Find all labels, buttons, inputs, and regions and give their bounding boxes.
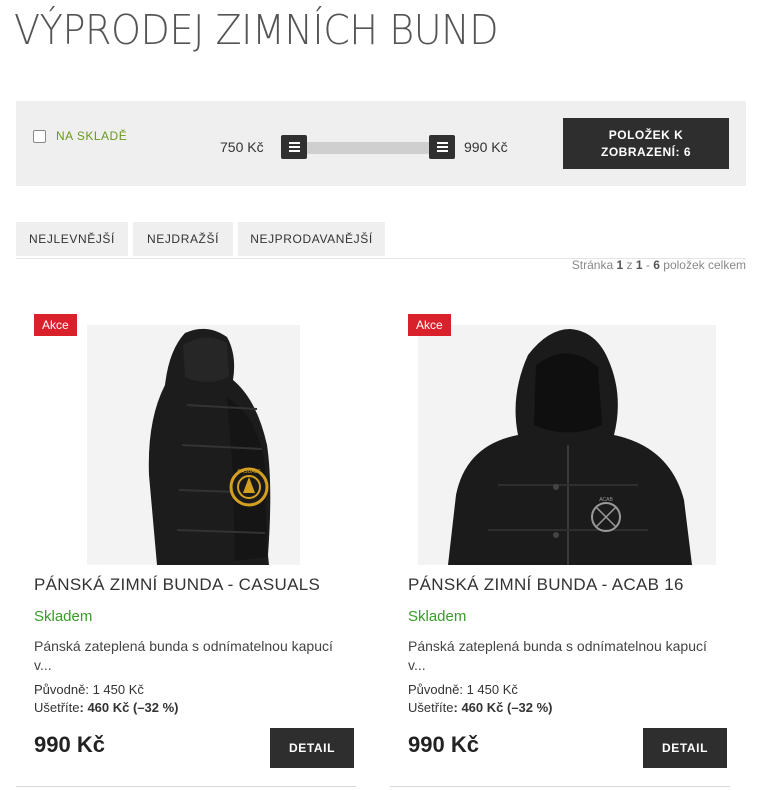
paging-prefix: Stránka <box>571 258 614 272</box>
in-stock-filter[interactable]: NA SKLADĚ <box>33 129 127 143</box>
sort-tabs: NEJLEVNĚJŠÍ NEJDRAŽŠÍ NEJPRODAVANĚJŠÍ <box>16 222 746 259</box>
grip-line <box>288 150 300 152</box>
product-image[interactable]: CASUALS <box>87 325 300 565</box>
product-card: ACAB Akce PÁNSKÁ ZIMNÍ BUNDA - ACAB 16 S… <box>390 300 730 790</box>
divider <box>390 786 730 787</box>
grip-line <box>288 142 300 144</box>
filter-bar: NA SKLADĚ 750 Kč 990 Kč POLOŽEK K ZOBRAZ… <box>16 101 746 186</box>
jacket-front-photo: ACAB <box>418 325 716 565</box>
original-price-label: Původně: <box>408 682 463 697</box>
paging-suffix: položek celkem <box>663 258 746 272</box>
page-title: VÝPRODEJ ZIMNÍCH BUND <box>14 6 499 54</box>
in-stock-checkbox[interactable] <box>33 129 46 143</box>
divider <box>16 786 356 787</box>
price-min-label: 750 Kč <box>220 139 264 155</box>
sale-badge: Akce <box>34 314 77 336</box>
detail-button[interactable]: DETAIL <box>270 728 354 768</box>
product-card: CASUALS Akce PÁNSKÁ ZIMNÍ BUNDA - CASUAL… <box>16 300 356 790</box>
price-slider-min-handle[interactable] <box>281 135 307 159</box>
product-description: Pánská zateplená bunda s odnímatelnou ka… <box>408 638 707 673</box>
paging-info: Stránka 1 z 1 - 6 položek celkem <box>572 258 746 272</box>
savings-label: Ušetříte <box>408 700 454 715</box>
price-max-label: 990 Kč <box>464 139 508 155</box>
original-price-label: Původně: <box>34 682 89 697</box>
grip-line <box>436 142 448 144</box>
show-items-button-line1: POLOŽEK K <box>608 127 684 142</box>
show-items-button-line2: ZOBRAZENÍ: 6 <box>601 144 691 159</box>
product-price: 990 Kč <box>408 732 479 757</box>
paging-of: z <box>626 258 633 272</box>
original-price: Původně: 1 450 Kč <box>34 682 144 697</box>
price-slider-max-handle[interactable] <box>429 135 455 159</box>
paging-total-pages: 1 <box>635 258 643 272</box>
availability-status: Skladem <box>34 608 93 625</box>
detail-button[interactable]: DETAIL <box>643 728 727 768</box>
show-items-button[interactable]: POLOŽEK K ZOBRAZENÍ: 6 <box>563 118 729 169</box>
grip-line <box>436 146 448 148</box>
paging-count: 6 <box>653 258 660 272</box>
sale-badge: Akce <box>408 314 451 336</box>
in-stock-label[interactable]: NA SKLADĚ <box>56 129 127 143</box>
svg-text:ACAB: ACAB <box>599 497 613 503</box>
grip-line <box>288 146 300 148</box>
savings-value: : 460 Kč (–32 %) <box>79 700 179 715</box>
product-image[interactable]: ACAB <box>418 325 716 565</box>
paging-dash: - <box>645 258 650 272</box>
savings: Ušetříte: 460 Kč (–32 %) <box>408 700 553 715</box>
sort-tab-cheapest[interactable]: NEJLEVNĚJŠÍ <box>16 222 128 256</box>
original-price: Původně: 1 450 Kč <box>408 682 518 697</box>
price-slider-track[interactable] <box>294 142 444 154</box>
paging-current: 1 <box>616 258 624 272</box>
sort-tab-best-selling[interactable]: NEJPRODAVANĚJŠÍ <box>238 222 385 256</box>
availability-status: Skladem <box>408 608 467 625</box>
jacket-side-photo: CASUALS <box>87 325 300 565</box>
savings-value: : 460 Kč (–32 %) <box>453 700 553 715</box>
savings-label: Ušetříte <box>34 700 80 715</box>
grip-line <box>436 150 448 152</box>
savings: Ušetříte: 460 Kč (–32 %) <box>34 700 179 715</box>
product-price: 990 Kč <box>34 732 105 757</box>
original-price-value: 1 450 Kč <box>466 682 518 697</box>
product-description: Pánská zateplená bunda s odnímatelnou ka… <box>34 638 333 673</box>
original-price-value: 1 450 Kč <box>92 682 144 697</box>
sort-tab-most-expensive[interactable]: NEJDRAŽŠÍ <box>133 222 233 256</box>
product-name[interactable]: PÁNSKÁ ZIMNÍ BUNDA - ACAB 16 <box>408 575 684 595</box>
svg-text:CASUALS: CASUALS <box>237 469 261 475</box>
product-name[interactable]: PÁNSKÁ ZIMNÍ BUNDA - CASUALS <box>34 575 320 595</box>
